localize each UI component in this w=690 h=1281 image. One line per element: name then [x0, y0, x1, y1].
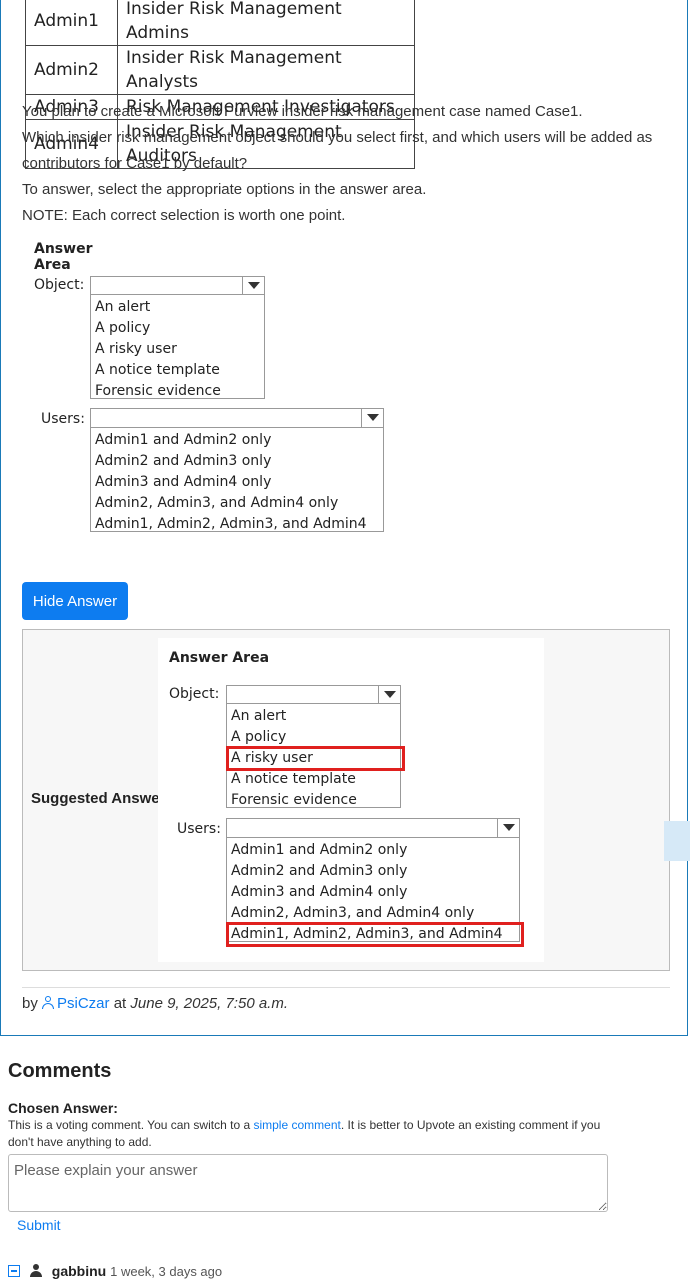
- suggested-answer-image: Answer Area Object: An alert A policy A …: [158, 638, 544, 962]
- users-option: Admin3 and Admin4 only: [231, 884, 408, 900]
- users-option[interactable]: Admin3 and Admin4 only: [95, 472, 379, 493]
- users-dropdown[interactable]: [90, 408, 384, 428]
- object-option[interactable]: Forensic evidence: [95, 381, 260, 402]
- object-option-selected: A risky user: [226, 746, 405, 771]
- question-line: NOTE: Each correct selection is worth on…: [22, 207, 346, 224]
- hide-answer-button[interactable]: Hide Answer: [22, 582, 128, 620]
- object-option: An alert: [231, 708, 287, 724]
- table-row: Admin2 Insider Risk Management Analysts: [25, 45, 415, 95]
- users-label: Users:: [177, 821, 221, 837]
- comment-textarea[interactable]: [8, 1154, 608, 1212]
- object-option: A policy: [231, 729, 287, 745]
- collapse-icon[interactable]: [8, 1265, 20, 1277]
- chevron-down-icon: [497, 819, 519, 837]
- object-options-list: An alert A policy A risky user A notice …: [90, 294, 265, 399]
- byline: by PsiCzar at June 9, 2025, 7:50 a.m.: [22, 995, 289, 1012]
- object-option: Forensic evidence: [231, 792, 357, 808]
- user-icon: [42, 996, 55, 1009]
- suggested-answer-panel: Suggested Answer: Answer Area Object: An…: [22, 629, 670, 971]
- question-text: You plan to create a Microsoft Purview i…: [22, 99, 662, 229]
- users-options-list: Admin1 and Admin2 only Admin2 and Admin3…: [226, 837, 524, 947]
- object-dropdown: [226, 685, 401, 704]
- comments-heading: Comments: [8, 1060, 112, 1082]
- object-option[interactable]: A notice template: [95, 360, 260, 381]
- users-option[interactable]: Admin1, Admin2, Admin3, and Admin4: [95, 514, 379, 535]
- comment-header: gabbinu 1 week, 3 days ago: [8, 1263, 222, 1279]
- users-label: Users:: [41, 411, 85, 427]
- question-card: Admin1 Insider Risk Management Admins Adm…: [0, 0, 690, 1036]
- simple-comment-link[interactable]: simple comment: [253, 1118, 340, 1132]
- object-dropdown[interactable]: [90, 276, 265, 295]
- users-option: Admin1 and Admin2 only: [231, 842, 408, 858]
- users-option-selected: Admin1, Admin2, Admin3, and Admin4: [226, 922, 524, 947]
- object-option[interactable]: A policy: [95, 318, 260, 339]
- users-option: Admin2 and Admin3 only: [231, 863, 408, 879]
- question-line: contributors for Case1 by default?: [22, 155, 248, 172]
- question-line: Which insider risk management object sho…: [22, 129, 653, 146]
- comment-author[interactable]: gabbinu: [52, 1263, 106, 1279]
- users-option[interactable]: Admin2 and Admin3 only: [95, 451, 379, 472]
- chosen-answer-label: Chosen Answer:: [8, 1100, 118, 1116]
- users-option[interactable]: Admin2, Admin3, and Admin4 only: [95, 493, 379, 514]
- person-icon: [29, 1264, 42, 1277]
- answer-area-title: Answer Area: [34, 241, 93, 273]
- post-date: June 9, 2025, 7:50 a.m.: [130, 995, 289, 1012]
- chevron-down-icon: [378, 686, 400, 703]
- chevron-down-icon[interactable]: [242, 277, 264, 294]
- scroll-to-top-button[interactable]: [664, 821, 690, 861]
- divider: [22, 987, 670, 988]
- table-row: Admin1 Insider Risk Management Admins: [25, 0, 415, 46]
- comment-time: 1 week, 3 days ago: [110, 1264, 223, 1279]
- voting-note: This is a voting comment. You can switch…: [8, 1118, 601, 1149]
- question-line: You plan to create a Microsoft Purview i…: [22, 103, 583, 120]
- object-option[interactable]: An alert: [95, 297, 260, 318]
- object-options-list: An alert A policy A risky user A notice …: [226, 703, 405, 808]
- answer-area-title: Answer Area: [169, 650, 270, 666]
- users-option: Admin2, Admin3, and Admin4 only: [231, 905, 475, 921]
- users-dropdown: [226, 818, 520, 838]
- question-line: To answer, select the appropriate option…: [22, 181, 427, 198]
- users-option[interactable]: Admin1 and Admin2 only: [95, 430, 379, 451]
- object-option: A notice template: [231, 771, 356, 787]
- author-link[interactable]: PsiCzar: [42, 995, 110, 1012]
- suggested-answer-label: Suggested Answer:: [31, 790, 171, 807]
- object-option[interactable]: A risky user: [95, 339, 260, 360]
- object-label: Object:: [169, 686, 220, 702]
- submit-button[interactable]: Submit: [17, 1217, 61, 1233]
- object-label: Object:: [34, 277, 85, 293]
- chevron-down-icon[interactable]: [361, 409, 383, 427]
- users-options-list: Admin1 and Admin2 only Admin2 and Admin3…: [90, 427, 384, 532]
